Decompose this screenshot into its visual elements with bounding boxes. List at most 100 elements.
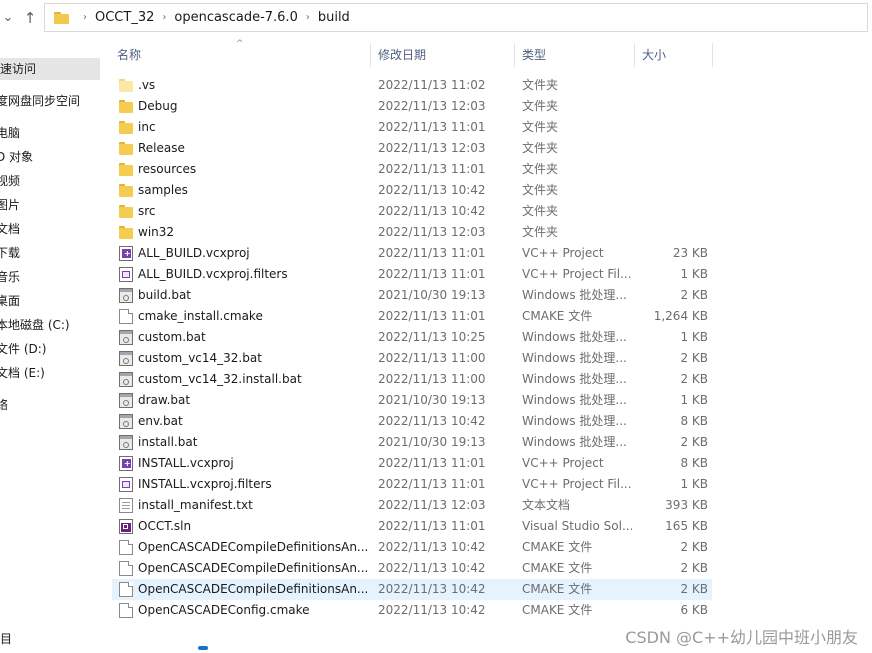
file-type: VC++ Project — [522, 456, 604, 470]
column-header-size[interactable]: 大小 — [642, 43, 666, 67]
file-row[interactable]: samples 2022/11/13 10:42 文件夹 — [112, 180, 712, 201]
folder-icon — [119, 78, 133, 93]
document-icon — [119, 309, 133, 324]
document-icon — [119, 540, 133, 555]
file-size: 6 KB — [680, 603, 708, 617]
file-size: 2 KB — [680, 582, 708, 596]
batch-file-icon — [119, 435, 133, 450]
nav-item-quick-access[interactable]: 速访问 — [0, 58, 100, 80]
nav-item-downloads[interactable]: 下载 — [0, 242, 20, 264]
file-type: 文件夹 — [522, 99, 559, 113]
file-row[interactable]: build.bat 2021/10/30 19:13 Windows 批处理... 2… — [112, 285, 712, 306]
chevron-right-icon[interactable]: › — [83, 12, 87, 23]
status-bar-fragment: 目 — [0, 632, 13, 646]
file-name: draw.bat — [138, 393, 191, 407]
file-size: 23 KB — [672, 246, 708, 260]
file-date: 2022/11/13 12:03 — [378, 498, 486, 512]
file-row[interactable]: env.bat 2022/11/13 10:42 Windows 批处理... 8 K… — [112, 411, 712, 432]
file-name: OpenCASCADECompileDefinitionsAn... — [138, 540, 369, 554]
nav-item-documents[interactable]: 文档 — [0, 218, 20, 240]
file-name: custom.bat — [138, 330, 206, 344]
chevron-right-icon[interactable]: › — [306, 12, 310, 23]
file-row[interactable]: Release 2022/11/13 12:03 文件夹 — [112, 138, 712, 159]
file-type: 文件夹 — [522, 183, 559, 197]
file-row[interactable]: OpenCASCADECompileDefinitionsAn... 2022/1… — [112, 537, 712, 558]
file-row[interactable]: OpenCASCADECompileDefinitionsAn... 2022/1… — [112, 579, 712, 600]
breadcrumb-opencascade[interactable]: opencascade-7.6.0 — [174, 10, 297, 25]
column-header-date[interactable]: 修改日期 — [378, 43, 426, 67]
file-type: 文件夹 — [522, 141, 559, 155]
nav-item-drive-c[interactable]: 本地磁盘 (C:) — [0, 314, 70, 336]
file-name: custom_vc14_32.install.bat — [138, 372, 302, 386]
file-date: 2022/11/13 12:03 — [378, 99, 486, 113]
nav-item-desktop[interactable]: 桌面 — [0, 290, 20, 312]
navigation-pane: 速访问 度网盘同步空间 电脑 D 对象 视频 图片 文档 下载 音乐 桌面 本地… — [0, 38, 106, 653]
file-type: VC++ Project — [522, 246, 604, 260]
nav-item-drive-e[interactable]: 文档 (E:) — [0, 362, 45, 384]
document-icon — [119, 561, 133, 576]
file-row[interactable]: cmake_install.cmake 2022/11/13 11:01 CMAKE… — [112, 306, 712, 327]
file-name: custom_vc14_32.bat — [138, 351, 262, 365]
column-divider[interactable] — [712, 43, 713, 67]
file-row[interactable]: inc 2022/11/13 11:01 文件夹 — [112, 117, 712, 138]
file-row[interactable]: install_manifest.txt 2022/11/13 12:03 文本文档… — [112, 495, 712, 516]
batch-file-icon — [119, 414, 133, 429]
file-row[interactable]: custom_vc14_32.install.bat 2022/11/13 11:… — [112, 369, 712, 390]
file-name: samples — [138, 183, 188, 197]
file-type: CMAKE 文件 — [522, 582, 593, 596]
file-row[interactable]: + INSTALL.vcxproj 2022/11/13 11:01 VC++ Pro… — [112, 453, 712, 474]
file-type: CMAKE 文件 — [522, 309, 593, 323]
breadcrumb-occt-32[interactable]: OCCT_32 — [95, 10, 154, 25]
file-row[interactable]: Debug 2022/11/13 12:03 文件夹 — [112, 96, 712, 117]
chevron-down-icon[interactable]: ⌄ — [0, 9, 16, 27]
chevron-right-icon[interactable]: › — [162, 12, 166, 23]
file-row[interactable]: INSTALL.vcxproj.filters 2022/11/13 11:01 V… — [112, 474, 712, 495]
file-row[interactable]: custom.bat 2022/11/13 10:25 Windows 批处理...… — [112, 327, 712, 348]
file-date: 2022/11/13 11:00 — [378, 351, 486, 365]
file-date: 2021/10/30 19:13 — [378, 393, 486, 407]
column-divider[interactable] — [514, 43, 515, 67]
file-row[interactable]: custom_vc14_32.bat 2022/11/13 11:00 Window… — [112, 348, 712, 369]
file-row[interactable]: draw.bat 2021/10/30 19:13 Windows 批处理... 1 … — [112, 390, 712, 411]
file-row[interactable]: resources 2022/11/13 11:01 文件夹 — [112, 159, 712, 180]
filters-file-icon — [119, 477, 133, 492]
batch-file-icon — [119, 288, 133, 303]
file-row[interactable]: OCCT.sln 2022/11/13 11:01 Visual Studio So… — [112, 516, 712, 537]
breadcrumb-build[interactable]: build — [318, 10, 350, 25]
address-bar[interactable]: › OCCT_32 › opencascade-7.6.0 › build — [44, 3, 868, 32]
nav-item-pictures[interactable]: 图片 — [0, 194, 20, 216]
file-row[interactable]: .vs 2022/11/13 11:02 文件夹 — [112, 75, 712, 96]
file-row[interactable]: src 2022/11/13 10:42 文件夹 — [112, 201, 712, 222]
file-name: OCCT.sln — [138, 519, 192, 533]
solution-file-icon — [119, 519, 133, 534]
file-row[interactable]: OpenCASCADECompileDefinitionsAn... 2022/1… — [112, 558, 712, 579]
file-row[interactable]: + ALL_BUILD.vcxproj 2022/11/13 11:01 VC++ P… — [112, 243, 712, 264]
file-row[interactable]: OpenCASCADEConfig.cmake 2022/11/13 10:42 C… — [112, 600, 712, 621]
file-size: 8 KB — [680, 456, 708, 470]
nav-item-music[interactable]: 音乐 — [0, 266, 20, 288]
up-arrow-icon[interactable]: ↑ — [22, 9, 38, 27]
file-name: OpenCASCADEConfig.cmake — [138, 603, 310, 617]
batch-file-icon — [119, 372, 133, 387]
nav-item-videos[interactable]: 视频 — [0, 170, 20, 192]
file-row[interactable]: install.bat 2021/10/30 19:13 Windows 批处理..… — [112, 432, 712, 453]
column-divider[interactable] — [370, 43, 371, 67]
file-date: 2022/11/13 11:01 — [378, 246, 486, 260]
column-header-type[interactable]: 类型 — [522, 43, 546, 67]
nav-item-drive-d[interactable]: 文件 (D:) — [0, 338, 46, 360]
nav-item-network[interactable]: 络 — [0, 394, 8, 416]
file-type: Windows 批处理... — [522, 435, 627, 449]
column-header-name[interactable]: 名称 — [117, 43, 141, 67]
nav-item-baidu-sync[interactable]: 度网盘同步空间 — [0, 90, 80, 112]
column-divider[interactable] — [634, 43, 635, 67]
nav-item-3d-objects[interactable]: D 对象 — [0, 146, 33, 168]
file-name: resources — [138, 162, 197, 176]
file-row[interactable]: ALL_BUILD.vcxproj.filters 2022/11/13 11:0… — [112, 264, 712, 285]
folder-icon — [119, 204, 133, 219]
text-file-icon — [119, 498, 133, 513]
file-name: src — [138, 204, 156, 218]
file-date: 2022/11/13 10:25 — [378, 330, 486, 344]
nav-item-this-pc[interactable]: 电脑 — [0, 122, 20, 144]
file-row[interactable]: win32 2022/11/13 12:03 文件夹 — [112, 222, 712, 243]
file-size: 1 KB — [680, 267, 708, 281]
